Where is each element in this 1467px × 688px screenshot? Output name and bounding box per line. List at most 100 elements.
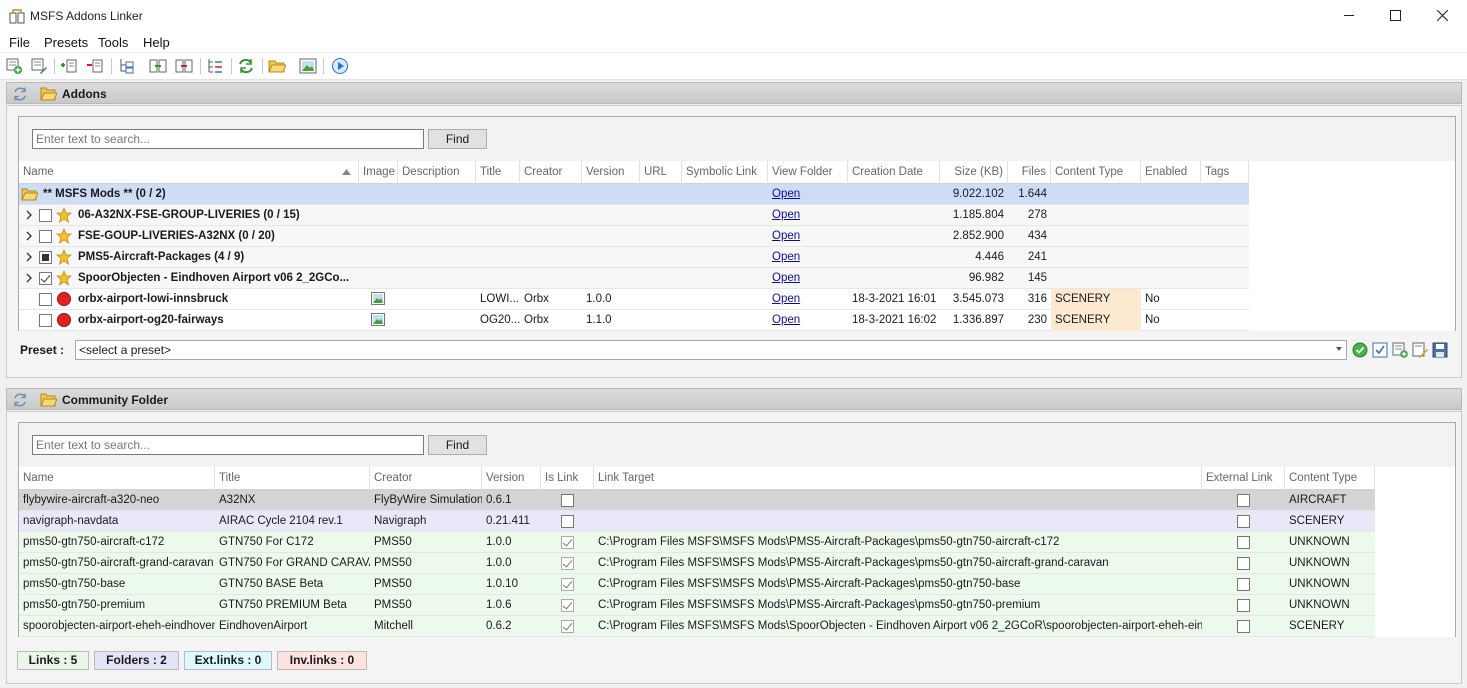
edit-preset-icon[interactable]: [1412, 342, 1428, 358]
col-size[interactable]: Size (KB): [940, 161, 1008, 184]
row-checkbox[interactable]: [39, 272, 52, 285]
image-icon[interactable]: [371, 292, 385, 305]
menu-tools[interactable]: Tools: [98, 35, 128, 50]
is-link-checkbox[interactable]: [561, 578, 574, 591]
table-row[interactable]: pms50-gtn750-aircraft-c172 GTN750 For C1…: [19, 532, 1375, 553]
table-row[interactable]: SpoorObjecten - Eindhoven Airport v06 2_…: [19, 268, 1249, 289]
minimize-button[interactable]: [1326, 0, 1372, 31]
save-preset-icon[interactable]: [1432, 342, 1448, 358]
is-link-checkbox[interactable]: [561, 599, 574, 612]
col-enabled[interactable]: Enabled: [1141, 161, 1201, 184]
link-icon[interactable]: [149, 57, 167, 75]
table-row[interactable]: flybywire-aircraft-a320-neo A32NX FlyByW…: [19, 490, 1375, 511]
external-link-checkbox[interactable]: [1237, 578, 1250, 591]
row-checkbox[interactable]: [39, 314, 52, 327]
external-link-checkbox[interactable]: [1237, 515, 1250, 528]
open-folder-link[interactable]: Open: [768, 289, 848, 310]
refresh-icon[interactable]: [12, 86, 28, 102]
table-row[interactable]: PMS5-Aircraft-Packages (4 / 9) Open 4.44…: [19, 247, 1249, 268]
edit-addon-icon[interactable]: [30, 57, 48, 75]
chevron-right-icon[interactable]: [24, 272, 34, 284]
table-row[interactable]: orbx-airport-lowi-innsbruck LOWI... Orbx…: [19, 289, 1249, 310]
is-link-checkbox[interactable]: [561, 557, 574, 570]
table-row[interactable]: orbx-airport-og20-fairways OG20... Orbx …: [19, 310, 1249, 331]
close-button[interactable]: [1419, 0, 1465, 31]
col-version[interactable]: Version: [482, 467, 541, 490]
col-creation-date[interactable]: Creation Date: [848, 161, 940, 184]
col-url[interactable]: URL: [640, 161, 682, 184]
row-checkbox[interactable]: [39, 293, 52, 306]
chevron-right-icon[interactable]: [24, 251, 34, 263]
col-image[interactable]: Image: [359, 161, 398, 184]
play-icon[interactable]: [331, 57, 349, 75]
col-creator[interactable]: Creator: [370, 467, 482, 490]
row-checkbox[interactable]: [39, 251, 52, 264]
add-preset-icon[interactable]: [1392, 342, 1408, 358]
menu-help[interactable]: Help: [143, 35, 170, 50]
add-addon-icon[interactable]: [5, 57, 23, 75]
col-content-type[interactable]: Content Type: [1051, 161, 1141, 184]
table-row[interactable]: ** MSFS Mods ** (0 / 2) Open 9.022.102 1…: [19, 184, 1249, 205]
preset-select[interactable]: <select a preset>: [75, 340, 1347, 360]
col-external-link[interactable]: External Link: [1202, 467, 1285, 490]
table-row[interactable]: spoorobjecten-airport-eheh-eindhoven Ein…: [19, 616, 1375, 637]
col-view-folder[interactable]: View Folder: [768, 161, 848, 184]
table-row[interactable]: navigraph-navdata AIRAC Cycle 2104 rev.1…: [19, 511, 1375, 532]
is-link-checkbox[interactable]: [561, 620, 574, 633]
check-list-icon[interactable]: [1372, 342, 1388, 358]
col-symbolic-link[interactable]: Symbolic Link: [682, 161, 768, 184]
col-name[interactable]: Name: [19, 161, 359, 184]
col-tags[interactable]: Tags: [1201, 161, 1249, 184]
open-folder-icon[interactable]: [268, 57, 286, 75]
table-row[interactable]: pms50-gtn750-premium GTN750 PREMIUM Beta…: [19, 595, 1375, 616]
chevron-right-icon[interactable]: [24, 209, 34, 221]
open-folder-link[interactable]: Open: [768, 247, 848, 268]
chevron-right-icon[interactable]: [24, 230, 34, 242]
external-link-checkbox[interactable]: [1237, 620, 1250, 633]
open-folder-link[interactable]: Open: [768, 184, 848, 205]
remove-folder-icon[interactable]: [86, 57, 104, 75]
external-link-checkbox[interactable]: [1237, 494, 1250, 507]
col-title[interactable]: Title: [215, 467, 370, 490]
external-link-checkbox[interactable]: [1237, 536, 1250, 549]
col-content-type[interactable]: Content Type: [1285, 467, 1375, 490]
community-find-button[interactable]: Find: [428, 435, 487, 455]
menu-presets[interactable]: Presets: [44, 35, 88, 50]
tree-view-icon[interactable]: [118, 57, 136, 75]
table-row[interactable]: pms50-gtn750-base GTN750 BASE Beta PMS50…: [19, 574, 1375, 595]
col-version[interactable]: Version: [582, 161, 640, 184]
is-link-checkbox[interactable]: [561, 536, 574, 549]
open-folder-link[interactable]: Open: [768, 226, 848, 247]
open-folder-link[interactable]: Open: [768, 205, 848, 226]
community-search-input[interactable]: Enter text to search...: [32, 435, 424, 455]
table-row[interactable]: pms50-gtn750-aircraft-grand-caravan GTN7…: [19, 553, 1375, 574]
table-row[interactable]: 06-A32NX-FSE-GROUP-LIVERIES (0 / 15) Ope…: [19, 205, 1249, 226]
refresh-icon[interactable]: [237, 57, 255, 75]
col-name[interactable]: Name: [19, 467, 215, 490]
maximize-button[interactable]: [1372, 0, 1418, 31]
apply-preset-icon[interactable]: [1352, 342, 1368, 358]
col-creator[interactable]: Creator: [520, 161, 582, 184]
image-icon[interactable]: [299, 57, 317, 75]
row-checkbox[interactable]: [39, 209, 52, 222]
add-folder-icon[interactable]: [60, 57, 78, 75]
menu-file[interactable]: File: [9, 35, 30, 50]
col-link-target[interactable]: Link Target: [594, 467, 1202, 490]
col-is-link[interactable]: Is Link: [541, 467, 594, 490]
is-link-checkbox[interactable]: [561, 515, 574, 528]
is-link-checkbox[interactable]: [561, 494, 574, 507]
collapse-tree-icon[interactable]: [206, 57, 224, 75]
open-folder-link[interactable]: Open: [768, 268, 848, 289]
external-link-checkbox[interactable]: [1237, 599, 1250, 612]
col-description[interactable]: Description: [398, 161, 476, 184]
col-files[interactable]: Files: [1008, 161, 1051, 184]
image-icon[interactable]: [371, 313, 385, 326]
external-link-checkbox[interactable]: [1237, 557, 1250, 570]
addons-find-button[interactable]: Find: [428, 129, 487, 149]
table-row[interactable]: FSE-GOUP-LIVERIES-A32NX (0 / 20) Open 2.…: [19, 226, 1249, 247]
addons-search-input[interactable]: Enter text to search...: [32, 129, 424, 149]
refresh-icon[interactable]: [12, 392, 28, 408]
unlink-icon[interactable]: [175, 57, 193, 75]
open-folder-link[interactable]: Open: [768, 310, 848, 331]
col-title[interactable]: Title: [476, 161, 520, 184]
